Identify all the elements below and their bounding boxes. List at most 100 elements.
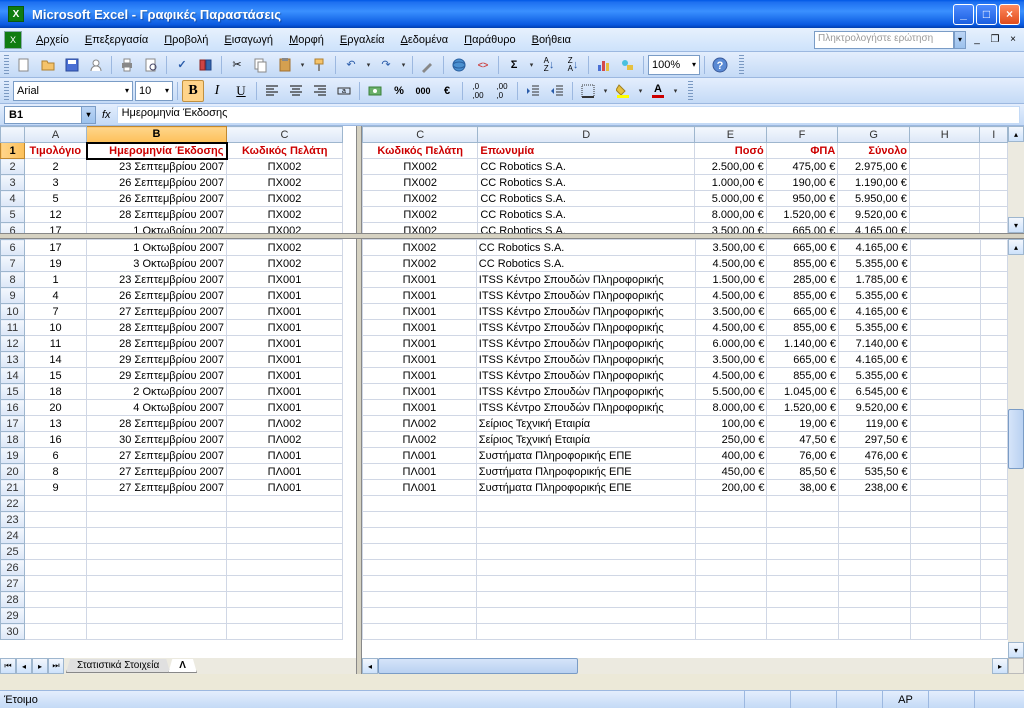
bold-button[interactable]: B <box>182 80 204 102</box>
font-size-combo[interactable]: 10▾ <box>135 81 173 101</box>
menu-Παράθυρο[interactable]: Παράθυρο <box>456 32 523 48</box>
pane-bottom-left[interactable]: 6171 Οκτωβρίου 2007ΠΧ0027193 Οκτωβρίου 2… <box>0 239 356 658</box>
scroll-down-button[interactable]: ▾ <box>1008 217 1024 233</box>
pane-top-right[interactable]: CDEFGHIΚωδικός ΠελάτηΕπωνυμίαΠοσόΦΠΑΣύνο… <box>362 126 1008 233</box>
align-center-button[interactable] <box>285 80 307 102</box>
menu-Επεξεργασία[interactable]: Επεξεργασία <box>77 32 156 48</box>
redo-dropdown[interactable]: ▾ <box>399 61 408 69</box>
decrease-decimal-button[interactable]: ,00,0 <box>491 80 513 102</box>
scroll-up-button[interactable]: ▴ <box>1008 126 1024 142</box>
comma-button[interactable]: 000 <box>412 80 434 102</box>
print-preview-button[interactable] <box>140 54 162 76</box>
scroll-left-button[interactable]: ◂ <box>362 658 378 674</box>
name-box[interactable]: B1▾ <box>4 106 96 124</box>
copy-button[interactable] <box>250 54 272 76</box>
tab-first-button[interactable]: ⏮ <box>0 658 16 674</box>
doc-minimize-button[interactable]: _ <box>970 33 984 47</box>
doc-close-button[interactable]: × <box>1006 33 1020 47</box>
hscroll-thumb[interactable] <box>378 658 578 674</box>
sheet-tab[interactable]: Στατιστικά Στοιχεία <box>66 659 170 673</box>
minimize-button[interactable]: _ <box>953 4 974 25</box>
borders-dropdown[interactable]: ▾ <box>601 87 610 95</box>
align-right-button[interactable] <box>309 80 331 102</box>
pane-top-left[interactable]: ABC1ΤιμολόγιοΗμερομηνία ΈκδοσηςΚωδικός Π… <box>0 126 356 233</box>
scroll-up-button[interactable]: ▴ <box>1008 239 1024 255</box>
sort-asc-button[interactable]: AZ↓ <box>538 54 560 76</box>
close-button[interactable]: × <box>999 4 1020 25</box>
workbook-icon[interactable]: X <box>4 31 22 49</box>
vertical-scrollbar-bottom[interactable]: ▴ ▾ <box>1008 239 1024 658</box>
zoom-combo[interactable]: 100%▾ <box>648 55 700 75</box>
save-button[interactable] <box>61 54 83 76</box>
currency-button[interactable] <box>364 80 386 102</box>
undo-button[interactable]: ↶ <box>340 54 362 76</box>
drawing-button[interactable] <box>617 54 639 76</box>
underline-button[interactable]: U <box>230 80 252 102</box>
toolbar-grip[interactable] <box>4 55 9 75</box>
fill-color-button[interactable] <box>612 80 634 102</box>
research-button[interactable] <box>195 54 217 76</box>
scrollbar-corner <box>1008 658 1024 674</box>
percent-button[interactable]: % <box>388 80 410 102</box>
chart-wizard-button[interactable] <box>593 54 615 76</box>
open-button[interactable] <box>37 54 59 76</box>
increase-decimal-button[interactable]: ,0,00 <box>467 80 489 102</box>
menu-Μορφή[interactable]: Μορφή <box>281 32 332 48</box>
permission-button[interactable] <box>85 54 107 76</box>
new-button[interactable] <box>13 54 35 76</box>
scroll-right-button[interactable]: ▸ <box>992 658 1008 674</box>
menu-Βοήθεια[interactable]: Βοήθεια <box>524 32 579 48</box>
format-painter-button[interactable] <box>309 54 331 76</box>
menu-Εργαλεία[interactable]: Εργαλεία <box>332 32 393 48</box>
help-search-input[interactable]: Πληκτρολογήστε ερώτηση <box>814 31 954 49</box>
font-color-button[interactable]: A <box>647 80 669 102</box>
toolbar-options[interactable] <box>688 81 693 101</box>
hyperlink-button[interactable] <box>448 54 470 76</box>
fx-icon[interactable]: fx <box>100 109 113 121</box>
redo-button[interactable]: ↷ <box>375 54 397 76</box>
tab-next-button[interactable]: ▸ <box>32 658 48 674</box>
italic-button[interactable]: I <box>206 80 228 102</box>
scroll-down-button[interactable]: ▾ <box>1008 642 1024 658</box>
menu-Αρχείο[interactable]: Αρχείο <box>28 32 77 48</box>
doc-restore-button[interactable]: ❐ <box>988 33 1002 47</box>
euro-button[interactable]: € <box>436 80 458 102</box>
tab-last-button[interactable]: ⏭ <box>48 658 64 674</box>
vertical-scrollbar[interactable]: ▴ ▾ <box>1008 126 1024 233</box>
print-button[interactable] <box>116 54 138 76</box>
sort-desc-button[interactable]: ZA↓ <box>562 54 584 76</box>
paste-dropdown[interactable]: ▾ <box>298 61 307 69</box>
maximize-button[interactable]: □ <box>976 4 997 25</box>
scroll-thumb[interactable] <box>1008 409 1024 469</box>
formula-input[interactable]: Ημερομηνία Έκδοσης <box>117 106 1020 124</box>
pane-bottom-right[interactable]: ΠΧ002CC Robotics S.A.3.500,00 €665,00 €4… <box>362 239 1008 658</box>
paste-button[interactable] <box>274 54 296 76</box>
autosum-dropdown[interactable]: ▾ <box>527 61 536 69</box>
merge-center-button[interactable]: a <box>333 80 355 102</box>
undo-dropdown[interactable]: ▾ <box>364 61 373 69</box>
menu-Προβολή[interactable]: Προβολή <box>156 32 216 48</box>
spelling-button[interactable]: ✓ <box>171 54 193 76</box>
ink-button[interactable] <box>417 54 439 76</box>
font-combo[interactable]: Arial▾ <box>13 81 133 101</box>
vertical-split-bar[interactable] <box>356 126 362 674</box>
sheet-tab[interactable]: Λ <box>168 659 197 673</box>
align-left-button[interactable] <box>261 80 283 102</box>
borders-button[interactable] <box>577 80 599 102</box>
font-color-dropdown[interactable]: ▾ <box>671 87 680 95</box>
tab-prev-button[interactable]: ◂ <box>16 658 32 674</box>
autosum-button[interactable]: Σ <box>503 54 525 76</box>
menu-Δεδομένα[interactable]: Δεδομένα <box>393 32 457 48</box>
horizontal-scrollbar[interactable]: ◂ ▸ <box>362 658 1008 674</box>
help-button[interactable]: ? <box>709 54 731 76</box>
toolbar-options[interactable] <box>739 55 744 75</box>
cut-button[interactable]: ✂ <box>226 54 248 76</box>
xml-button[interactable]: <> <box>472 54 494 76</box>
menu-Εισαγωγή[interactable]: Εισαγωγή <box>216 32 281 48</box>
decrease-indent-button[interactable] <box>522 80 544 102</box>
help-search-dropdown[interactable]: ▾ <box>954 31 966 49</box>
increase-indent-button[interactable] <box>546 80 568 102</box>
fill-color-dropdown[interactable]: ▾ <box>636 87 645 95</box>
toolbar-grip[interactable] <box>4 81 9 101</box>
horizontal-split-bar[interactable] <box>0 233 1024 239</box>
